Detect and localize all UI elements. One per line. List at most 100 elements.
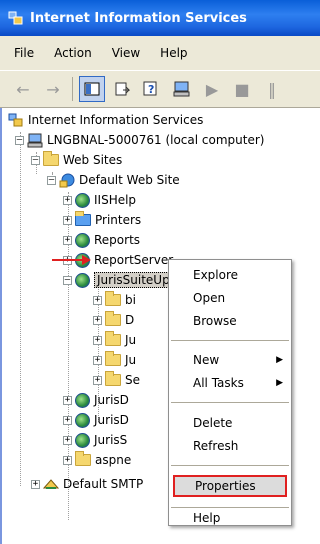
tree-label: bi	[125, 293, 136, 307]
menu-view[interactable]: View	[102, 46, 150, 60]
tree-label: Se	[125, 373, 140, 387]
tree-label: Default Web Site	[79, 173, 180, 187]
tree-node-web-sites[interactable]: – Web Sites	[31, 150, 122, 170]
expand-icon[interactable]: +	[63, 215, 72, 225]
menu-item-properties[interactable]: Properties	[173, 475, 287, 497]
collapse-icon[interactable]: –	[31, 155, 40, 165]
window-title: Internet Information Services	[30, 10, 247, 26]
tree-label: JurisD	[94, 393, 129, 407]
svg-text:?: ?	[148, 83, 154, 96]
menu-item-new[interactable]: New ▶	[169, 349, 291, 371]
show-hide-tree-icon[interactable]	[79, 76, 105, 102]
folder-icon	[105, 291, 121, 306]
menu-item-browse[interactable]: Browse	[169, 310, 291, 332]
toolbar-separator	[72, 77, 73, 101]
tree-node-aspnet[interactable]: + aspne	[63, 450, 131, 470]
tree-node-sub-ju-2[interactable]: + Ju	[93, 350, 136, 370]
export-list-icon[interactable]	[109, 76, 135, 102]
virtual-directory-icon	[75, 392, 90, 408]
menu-item-label: All Tasks	[193, 376, 244, 390]
expand-icon[interactable]: +	[93, 335, 102, 345]
expand-icon[interactable]: +	[63, 435, 72, 445]
tree-label: D	[125, 313, 135, 327]
folder-icon	[105, 351, 121, 366]
submenu-arrow-icon: ▶	[276, 378, 283, 388]
back-arrow-icon[interactable]: ←	[10, 76, 36, 102]
tree-label: Web Sites	[63, 153, 123, 167]
menu-help[interactable]: Help	[150, 46, 197, 60]
play-icon[interactable]: ▶	[199, 76, 225, 102]
menu-separator	[171, 340, 289, 341]
menu-file[interactable]: File	[0, 46, 44, 60]
expand-icon[interactable]: +	[31, 479, 40, 489]
virtual-directory-icon	[75, 232, 90, 248]
tree-node-printers[interactable]: + Printers	[63, 210, 141, 230]
expand-icon[interactable]: +	[93, 375, 102, 385]
tree-node-default-smtp[interactable]: + Default SMTP	[31, 474, 143, 494]
pause-icon[interactable]: ‖	[259, 76, 285, 102]
help-icon[interactable]: ?	[139, 76, 165, 102]
expand-icon[interactable]: +	[63, 235, 72, 245]
tree-node-sub-se[interactable]: + Se	[93, 370, 140, 390]
tree-node-sub-bi[interactable]: + bi	[93, 290, 136, 310]
red-arrow-icon	[52, 255, 91, 265]
tree-label: Reports	[94, 233, 141, 247]
printer-folder-icon	[75, 211, 91, 226]
title-bar: Internet Information Services	[0, 0, 320, 36]
menu-item-refresh[interactable]: Refresh	[169, 435, 291, 457]
tree-node-computer[interactable]: – LNGBNAL-5000761 (local computer)	[15, 130, 264, 150]
expand-icon[interactable]: +	[63, 195, 72, 205]
menu-bar: File Action View Help	[0, 36, 320, 70]
menu-item-all-tasks[interactable]: All Tasks ▶	[169, 372, 291, 394]
tree-node-reports[interactable]: + Reports	[63, 230, 140, 250]
expand-icon[interactable]: +	[63, 415, 72, 425]
tree-node-iishelp[interactable]: + IISHelp	[63, 190, 136, 210]
collapse-icon[interactable]: –	[63, 275, 72, 285]
folder-icon	[75, 451, 91, 466]
folder-icon	[105, 311, 121, 326]
expand-icon[interactable]: +	[93, 355, 102, 365]
tree-node-default-web-site[interactable]: – Default Web Site	[47, 170, 180, 190]
tree-label: Ju	[125, 333, 137, 347]
tree-label: IISHelp	[94, 193, 137, 207]
tree-label: Default SMTP	[63, 477, 144, 491]
menu-item-explore[interactable]: Explore	[169, 264, 291, 286]
menu-action[interactable]: Action	[44, 46, 102, 60]
expand-icon[interactable]: +	[63, 455, 72, 465]
collapse-icon[interactable]: –	[15, 135, 24, 145]
forward-arrow-icon[interactable]: →	[40, 76, 66, 102]
collapse-icon[interactable]: –	[47, 175, 56, 185]
menu-item-open[interactable]: Open	[169, 287, 291, 309]
tree-label: ReportServer	[94, 253, 174, 267]
iis-icon	[8, 113, 23, 127]
tree-label: JurisD	[94, 413, 129, 427]
tree-label: Internet Information Services	[28, 113, 204, 127]
tree-node-iis-root[interactable]: Internet Information Services	[8, 110, 203, 130]
menu-item-delete[interactable]: Delete	[169, 412, 291, 434]
iis-icon	[8, 11, 23, 25]
tree-node-jurisd-2[interactable]: + JurisD	[63, 410, 129, 430]
tree-node-sub-ju-1[interactable]: + Ju	[93, 330, 136, 350]
tree-node-sub-d[interactable]: + D	[93, 310, 134, 330]
tree-label: aspne	[95, 453, 132, 467]
folder-icon	[43, 151, 59, 166]
menu-item-label: New	[193, 353, 220, 367]
tree-label: JurisS	[94, 433, 128, 447]
computer-icon[interactable]	[169, 76, 195, 102]
menu-separator	[171, 465, 289, 466]
tree-label: Ju	[125, 353, 137, 367]
expand-icon[interactable]: +	[63, 395, 72, 405]
virtual-directory-icon	[75, 432, 90, 448]
expand-icon[interactable]: +	[93, 295, 102, 305]
computer-icon	[27, 133, 43, 148]
menu-item-help[interactable]: Help	[169, 510, 291, 526]
expand-icon[interactable]: +	[93, 315, 102, 325]
toolbar: ← → ? ▶ ■ ‖	[0, 70, 320, 108]
tree-node-juriss[interactable]: + JurisS	[63, 430, 127, 450]
tree-label: LNGBNAL-5000761 (local computer)	[47, 133, 265, 147]
tree-label: Printers	[95, 213, 142, 227]
stop-icon[interactable]: ■	[229, 76, 255, 102]
virtual-directory-icon	[75, 192, 90, 208]
tree-node-jurisd-1[interactable]: + JurisD	[63, 390, 129, 410]
smtp-icon	[43, 479, 59, 489]
